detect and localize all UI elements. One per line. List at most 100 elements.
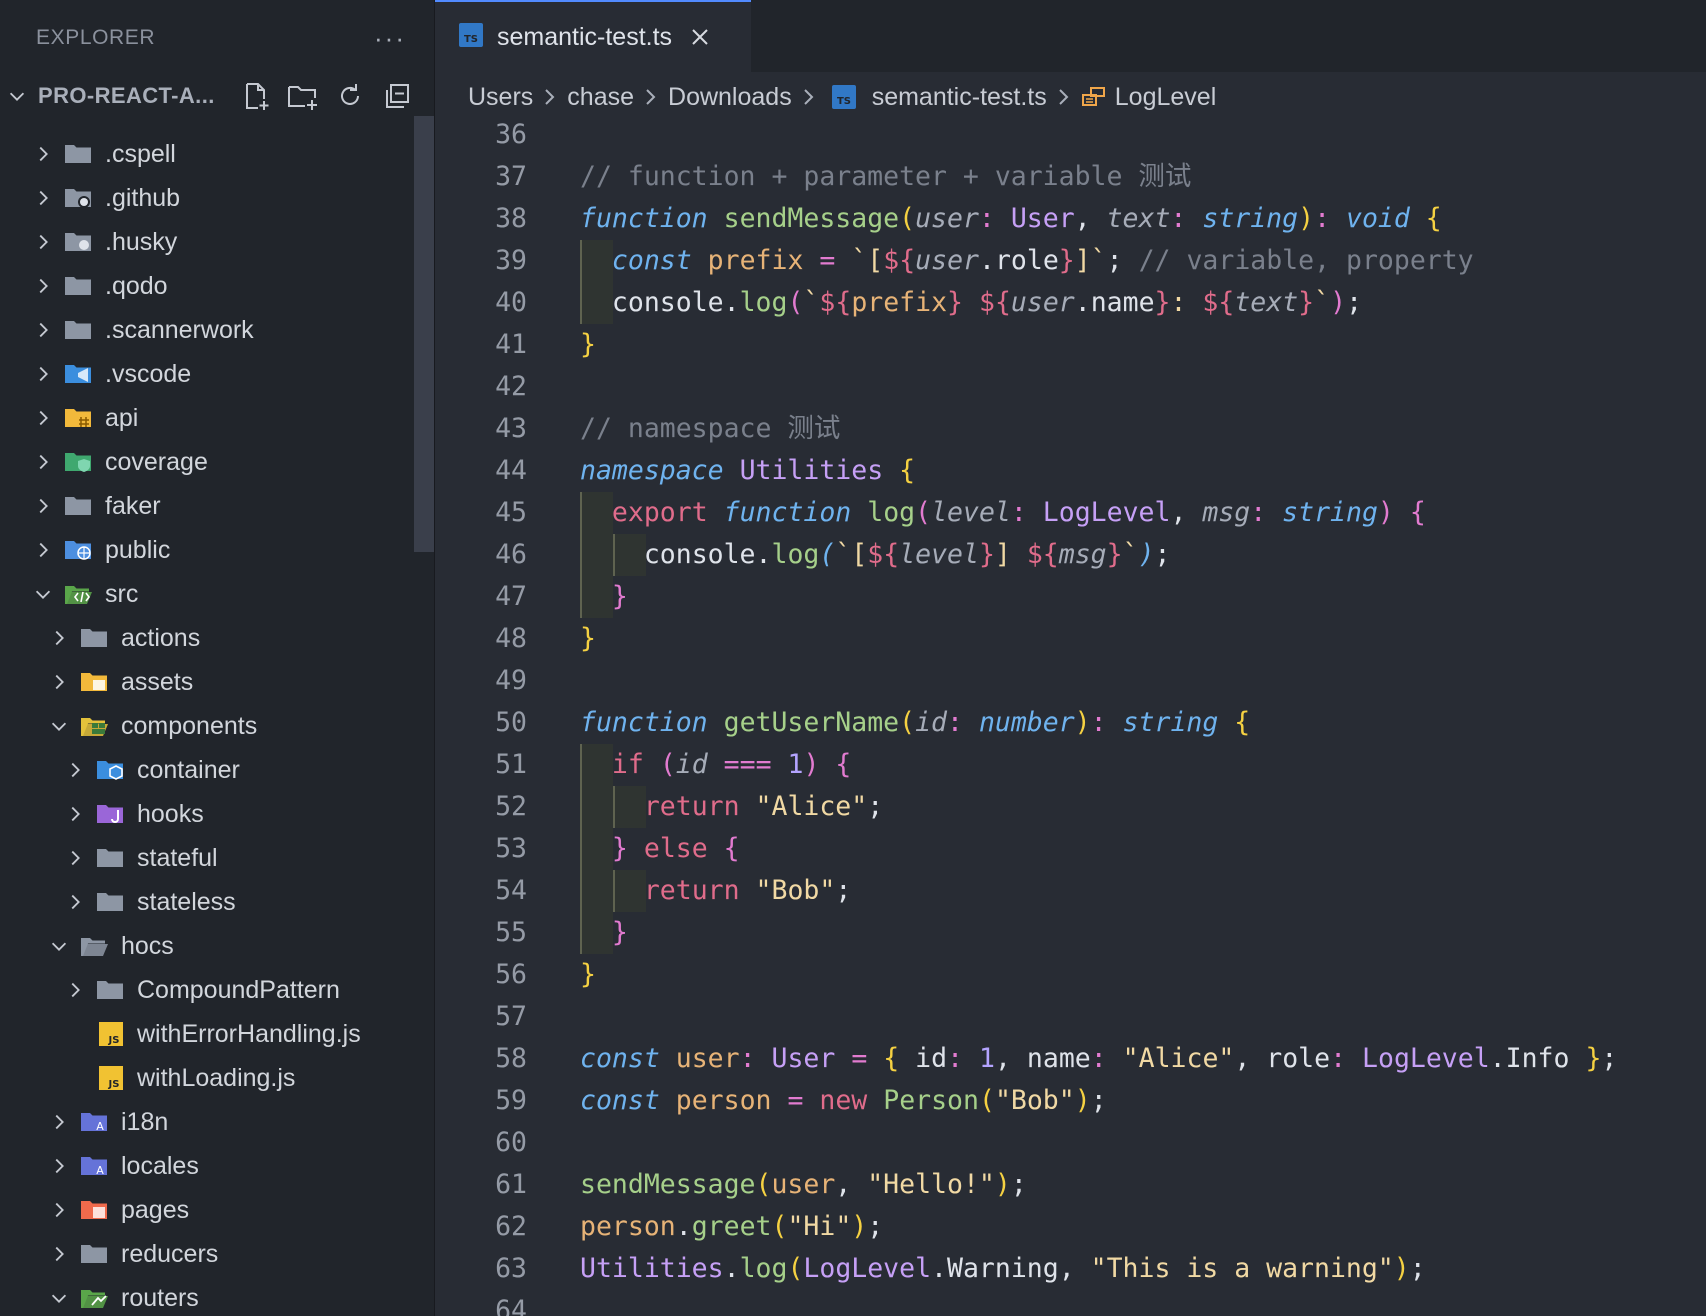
folder-item[interactable]: public <box>0 528 434 572</box>
tree-item-label: .vscode <box>105 359 192 388</box>
file-item[interactable]: JS withErrorHandling.js <box>0 1012 434 1056</box>
file-tree: .cspell .github .husky .qodo .scannerwork .vs… <box>0 132 434 1316</box>
code-token: sendMessage <box>580 1169 756 1200</box>
tree-item-label: reducers <box>121 1239 219 1268</box>
folder-item[interactable]: .github <box>0 176 434 220</box>
code-token: msg <box>1202 497 1251 528</box>
folder-item[interactable]: stateless <box>0 880 434 924</box>
svg-text:A: A <box>96 1164 104 1177</box>
folder-item[interactable]: faker <box>0 484 434 528</box>
code-token: msg <box>1058 539 1107 570</box>
folder-icon <box>64 317 94 343</box>
new-file-icon[interactable] <box>240 80 272 112</box>
code-token: . <box>755 539 772 570</box>
file-item[interactable]: JS withLoading.js <box>0 1056 434 1100</box>
folder-item[interactable]: hocs <box>0 924 434 968</box>
folder-item[interactable]: .scannerwork <box>0 308 434 352</box>
code-token: prefix <box>851 287 948 318</box>
chevron-right-icon <box>30 273 56 299</box>
folder-item[interactable]: hooks <box>0 792 434 836</box>
line-number: 61 <box>495 1169 527 1200</box>
line-number: 51 <box>495 749 527 780</box>
code-token: ` <box>803 287 820 318</box>
breadcrumb-symbol[interactable]: LogLevel <box>1115 83 1216 112</box>
folder-item[interactable]: .cspell <box>0 132 434 176</box>
github-folder-icon <box>64 185 94 211</box>
code-token: } <box>580 623 596 654</box>
code-token: } <box>611 581 628 612</box>
folder-item[interactable]: api <box>0 396 434 440</box>
breadcrumb-item[interactable]: chase <box>567 83 634 112</box>
code-token: text <box>1106 203 1171 234</box>
folder-item[interactable]: CompoundPattern <box>0 968 434 1012</box>
code-token: ) <box>1298 203 1315 234</box>
chevron-right-icon <box>46 1153 72 1179</box>
code-token: LogLevel <box>803 1253 932 1284</box>
code-token: = <box>851 1043 868 1074</box>
tab-semantic-test[interactable]: TS semantic-test.ts <box>435 0 751 72</box>
folder-item[interactable]: stateful <box>0 836 434 880</box>
folder-item[interactable]: components <box>0 704 434 748</box>
breadcrumb-item[interactable]: Users <box>468 83 533 112</box>
project-header[interactable]: PRO-REACT-A... <box>0 76 434 116</box>
folder-item[interactable]: assets <box>0 660 434 704</box>
code-token: } <box>611 833 628 864</box>
folder-item[interactable]: routers <box>0 1276 434 1316</box>
close-icon[interactable] <box>690 27 710 47</box>
folder-item[interactable]: container <box>0 748 434 792</box>
code-editor[interactable]: 36 37 // function + parameter + variable 测… <box>435 122 1706 1316</box>
folder-item[interactable]: pages <box>0 1188 434 1232</box>
folder-item[interactable]: .qodo <box>0 264 434 308</box>
breadcrumb-item[interactable]: Downloads <box>668 83 792 112</box>
collapse-all-icon[interactable] <box>381 80 413 112</box>
code-token: . <box>978 245 995 276</box>
tree-item-label: stateless <box>137 887 236 916</box>
folder-item[interactable]: reducers <box>0 1232 434 1276</box>
refresh-icon[interactable] <box>334 80 366 112</box>
folder-item[interactable]: src <box>0 572 434 616</box>
components-folder-icon <box>80 713 110 739</box>
code-token: , <box>1058 1253 1091 1284</box>
folder-item[interactable]: coverage <box>0 440 434 484</box>
new-folder-icon[interactable] <box>287 80 319 112</box>
line-number: 62 <box>495 1211 527 1242</box>
chevron-right-icon <box>62 801 88 827</box>
svg-text:JS: JS <box>108 1079 120 1090</box>
folder-item[interactable]: Ai18n <box>0 1100 434 1144</box>
code-line: 42 <box>435 366 1706 408</box>
breadcrumb-file[interactable]: semantic-test.ts <box>872 83 1047 112</box>
code-text: return "Alice"; <box>580 786 883 828</box>
code-token: ]` <box>1074 245 1107 276</box>
code-token: console <box>643 539 756 570</box>
code-token: console <box>611 287 724 318</box>
chevron-right-icon <box>30 317 56 343</box>
code-text: const user: User = { id: 1, name: "Alice… <box>580 1038 1617 1080</box>
folder-item[interactable]: .vscode <box>0 352 434 396</box>
code-token: "Hi" <box>787 1211 852 1242</box>
line-number: 41 <box>495 329 527 360</box>
code-token: role <box>994 245 1059 276</box>
code-line: 47 } <box>435 576 1706 618</box>
code-token: level <box>899 539 979 570</box>
sidebar-scrollbar[interactable] <box>414 116 434 552</box>
folder-item[interactable]: .husky <box>0 220 434 264</box>
chevron-right-icon <box>46 1197 72 1223</box>
code-token: } <box>611 917 628 948</box>
folder-item[interactable]: actions <box>0 616 434 660</box>
code-token: ${ <box>819 287 852 318</box>
code-token: } <box>1298 287 1315 318</box>
more-actions-button[interactable]: ··· <box>374 23 406 54</box>
folder-item[interactable]: Alocales <box>0 1144 434 1188</box>
